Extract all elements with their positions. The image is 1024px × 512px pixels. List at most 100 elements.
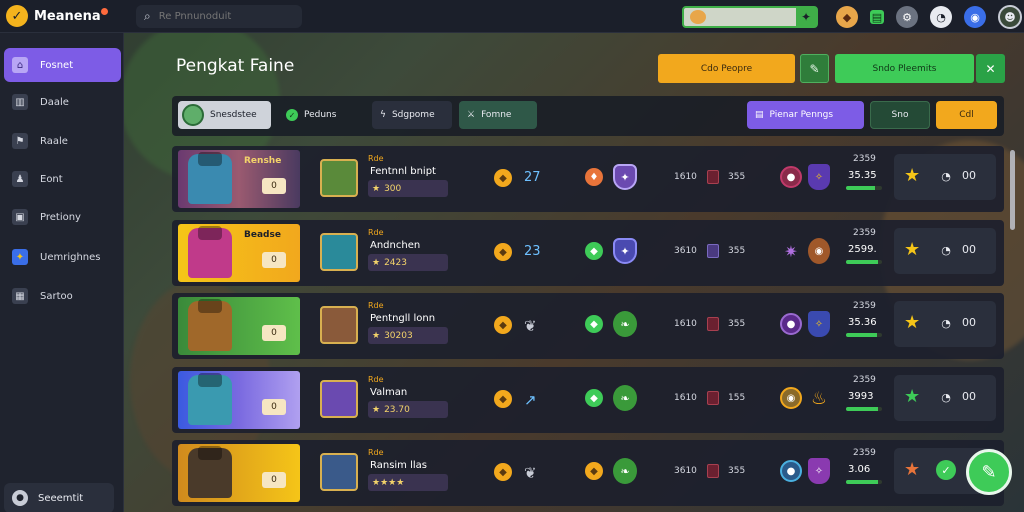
chest-icon[interactable]: ◆ [836,6,858,28]
search-box[interactable]: ⌕ [136,5,302,28]
table-row[interactable]: 0 Rde Pentngll lonn ★ 30203 ◆ ❦ ◆ ❧ 1610 … [172,293,1004,359]
sidebar: ⌂ Fosnet ▥ Daale ⚑ Raale ♟ Eont ▣ Pretio… [0,33,124,512]
favorite-star-icon[interactable]: ★ [904,460,920,480]
stat-top: 2359 [853,375,876,385]
favorite-star-icon[interactable]: ★ [904,387,920,407]
compass-icon[interactable]: ◉ [964,6,986,28]
sidebar-item-eont[interactable]: ♟ Eont [4,162,121,196]
hero-portrait [188,226,232,278]
progress-fill [846,260,879,264]
player-score: 30203 [384,330,413,341]
filter-chip-dark[interactable]: ϟ Sdgpome [372,101,452,129]
timer-icon[interactable]: ◔ [936,387,956,407]
filter-chip-teal[interactable]: ⚔ Fomne [459,101,537,129]
sidebar-item-label: Fosnet [40,59,74,71]
table-row[interactable]: Beadse 0 Rde Andnchen ★ 2423 ◆ 23 ◆ ✦ 361… [172,220,1004,286]
orb-icon: ● [780,166,802,188]
add-currency-button[interactable]: ✦ [796,8,816,26]
notification-dot [100,7,108,15]
sidebar-item-raale[interactable]: ⚑ Raale [4,124,121,158]
profile-avatar[interactable]: ☻ [998,5,1022,29]
shield-icon: ✦ [613,164,637,190]
player-rank: Rde [368,448,384,457]
card-icon [707,170,719,184]
player-name: Andnchen [370,240,421,251]
sidebar-item-uemrighnes[interactable]: ✦ Uemrighnes [4,240,121,274]
hero-level: 0 [262,325,286,341]
table-row[interactable]: 0 Rde Ransim llas ★★★★ ◆ ❦ ◆ ❧ 3610 355 … [172,440,1004,506]
table-row[interactable]: Renshe 0 Rde Fentnnl bnipt ★ 300 ◆ 27 ♦ ✦… [172,146,1004,212]
sidebar-footer-button[interactable]: ● Seeemtit [4,483,114,512]
timer-icon[interactable]: ◔ [936,240,956,260]
player-avatar [320,159,358,197]
progress-bar [846,260,882,264]
green-action-button[interactable]: Sndo Pleemits [835,54,974,83]
scrollbar[interactable] [1010,150,1015,230]
row-actions: ★ ◔ 00 [894,301,996,347]
filter-chip-checked[interactable]: ✓ Peduns [278,101,358,129]
score-pill: ★ 23.70 [368,401,448,418]
player-rank: Rde [368,228,384,237]
action-count: 00 [962,316,976,329]
hero-level: 0 [262,252,286,268]
hero-level: 0 [262,472,286,488]
favorite-star-icon[interactable]: ★ [904,166,920,186]
filter-chip-purple[interactable]: ▤ Pienar Penngs [747,101,864,129]
eraser-icon: ✎ [981,461,997,483]
shell-icon: ❦ [524,317,537,335]
flag-icon: ⚑ [12,133,28,149]
floating-edit-button[interactable]: ✎ [966,449,1012,495]
spark-icon: ✷ [784,241,798,261]
sidebar-item-daale[interactable]: ▥ Daale [4,85,121,119]
sidebar-item-fosnet[interactable]: ⌂ Fosnet [4,48,121,82]
sidebar-item-label: Pretiony [40,211,81,223]
sidebar-footer-label: Seeemtit [38,492,84,504]
search-icon: ⌕ [144,9,151,23]
card-icon [707,391,719,405]
stat-value: 3993 [848,391,874,402]
timer-icon[interactable]: ◔ [936,166,956,186]
favorite-star-icon[interactable]: ★ [904,240,920,260]
player-score: 23.70 [384,404,410,415]
page-title: Pengkat Faine [176,56,295,76]
filter-chip-cdl[interactable]: Cdl [936,101,997,129]
stat-a: 3610 [674,466,697,476]
player-name: Valman [370,387,408,398]
yellow-action-button[interactable]: Cdo Peopre [658,54,795,83]
row-actions: ★ ◔ 00 [894,228,996,274]
inventory-icon[interactable]: ▤ [870,10,884,24]
pin-icon[interactable]: ✎ [800,54,829,83]
sidebar-item-pretiony[interactable]: ▣ Pretiony [4,200,121,234]
player-name: Fentnnl bnipt [370,166,436,177]
close-icon[interactable]: ✕ [976,54,1005,83]
gold-gem-icon: ◆ [494,316,512,334]
leaf-icon: ❧ [613,311,637,337]
app-logo[interactable]: ✓ Meanena [6,5,108,27]
filter-chip-profile[interactable]: Snesdstee [178,101,271,129]
sword-icon: ⚔ [467,110,476,120]
emblem-icon: ✧ [808,458,830,484]
shell-icon: ❦ [524,464,537,482]
stat-top: 2359 [853,301,876,311]
avatar [182,104,204,126]
sidebar-item-label: Daale [40,96,69,108]
check-icon[interactable]: ✓ [936,460,956,480]
hero-banner: 0 [178,297,300,355]
leaf-icon: ❧ [613,385,637,411]
currency-bar[interactable]: ✦ [682,6,818,28]
home-icon: ⌂ [12,57,28,73]
gold-gem-icon: ◆ [494,463,512,481]
timer-icon[interactable]: ◔ [936,313,956,333]
hero-tag: Beadse [244,230,281,240]
user-icon: ● [12,490,28,506]
stat-value: 35.36 [848,317,877,328]
table-row[interactable]: 0 Rde Valman ★ 23.70 ◆ ↗ ◆ ❧ 1610 155 ◉ ♨… [172,367,1004,433]
sidebar-item-sartoo[interactable]: ▦ Sartoo [4,279,121,313]
orb-icon: ● [780,460,802,482]
filter-chip-sno[interactable]: Sno [870,101,930,129]
favorite-star-icon[interactable]: ★ [904,313,920,333]
sidebar-item-label: Raale [40,135,68,147]
timer-icon[interactable]: ◔ [930,6,952,28]
settings-icon[interactable]: ⚙ [896,6,918,28]
search-input[interactable] [158,11,289,22]
